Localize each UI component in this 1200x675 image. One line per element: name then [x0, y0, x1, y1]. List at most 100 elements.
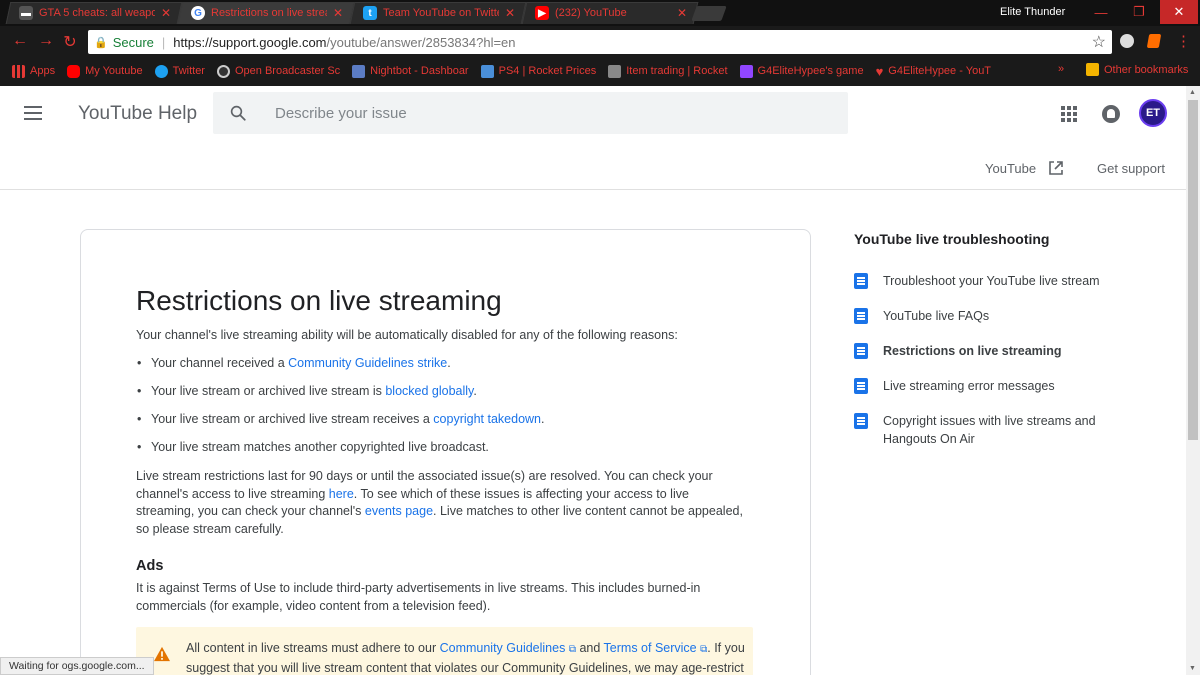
- search-input[interactable]: [275, 92, 835, 134]
- browser-toolbar: ← → ↻ 🔒 Secure | https://support.google.…: [0, 26, 1200, 58]
- tab-title: Restrictions on live stream: [211, 7, 327, 19]
- bookmarks-bar: Apps My Youtube Twitter Open Broadcaster…: [0, 58, 1200, 84]
- forward-icon[interactable]: →: [36, 32, 56, 50]
- close-icon[interactable]: ✕: [161, 6, 171, 20]
- url-path: /youtube/answer/2853834?hl=en: [326, 34, 516, 50]
- article-intro: Your channel's live streaming ability wi…: [136, 328, 678, 342]
- site-brand[interactable]: YouTube Help: [78, 103, 197, 125]
- community-guidelines-link[interactable]: Community Guidelines ⧉: [440, 641, 576, 655]
- document-icon: [854, 273, 868, 289]
- list-item: • Your live stream or archived live strea…: [137, 384, 477, 398]
- document-icon: [854, 343, 868, 359]
- terms-of-service-link[interactable]: Terms of Service ⧉: [604, 641, 708, 655]
- events-page-link[interactable]: events page: [365, 504, 433, 518]
- apps-grid-icon: [12, 64, 25, 78]
- browser-menu-icon[interactable]: ⋮: [1176, 32, 1191, 50]
- ads-heading: Ads: [136, 558, 164, 574]
- bookmark-item-trading[interactable]: Item trading | Rocket: [608, 64, 728, 78]
- scroll-down-icon[interactable]: ▼: [1189, 665, 1196, 672]
- tab-title: GTA 5 cheats: all weapo: [39, 7, 155, 19]
- sub-navigation: YouTube Get support: [0, 150, 1186, 190]
- browser-chrome: ▬ GTA 5 cheats: all weapo ✕ G Restrictio…: [0, 0, 1200, 86]
- here-link[interactable]: here: [329, 487, 354, 501]
- other-bookmarks[interactable]: Other bookmarks: [1086, 63, 1188, 76]
- obs-icon: [216, 64, 230, 78]
- extension-icon[interactable]: [1146, 34, 1162, 48]
- rocket-prices-icon: [480, 64, 494, 78]
- browser-tab-restrictions[interactable]: G Restrictions on live stream ✕: [177, 2, 355, 24]
- twitter-icon: [154, 64, 168, 78]
- list-item: • Your live stream matches another copyri…: [137, 440, 489, 454]
- new-tab-button[interactable]: [691, 6, 727, 21]
- window-close-button[interactable]: ✕: [1160, 0, 1198, 24]
- browser-tab-gta[interactable]: ▬ GTA 5 cheats: all weapo ✕: [5, 2, 183, 24]
- bookmarks-overflow-icon[interactable]: »: [1058, 63, 1064, 75]
- bookmark-rocket-prices[interactable]: PS4 | Rocket Prices: [480, 64, 596, 78]
- callout-text: All content in live streams must adhere …: [186, 641, 745, 675]
- tab-title: Team YouTube on Twitte: [383, 7, 499, 19]
- close-icon[interactable]: ✕: [333, 6, 343, 20]
- url-separator: |: [161, 34, 166, 50]
- copyright-takedown-link[interactable]: copyright takedown: [433, 412, 541, 426]
- gta-icon: ▬: [19, 6, 33, 20]
- blocked-globally-link[interactable]: blocked globally: [385, 384, 473, 398]
- document-icon: [854, 413, 868, 429]
- back-icon[interactable]: ←: [10, 32, 30, 50]
- avatar[interactable]: ET: [1139, 99, 1167, 127]
- browser-tab-twitter[interactable]: t Team YouTube on Twitte ✕: [349, 2, 527, 24]
- scroll-thumb[interactable]: [1188, 100, 1198, 440]
- apps-grid-icon[interactable]: [1061, 106, 1077, 122]
- profile-name[interactable]: Elite Thunder: [1000, 6, 1065, 18]
- bookmark-nightbot[interactable]: Nightbot - Dashboar: [352, 64, 469, 78]
- folder-icon: [1086, 63, 1099, 76]
- rocket-trading-icon: [608, 64, 622, 78]
- external-link-icon: [1049, 161, 1063, 175]
- bookmark-twitch[interactable]: G4EliteHypee's game: [739, 64, 864, 78]
- restrictions-paragraph: Live stream restrictions last for 90 day…: [136, 469, 743, 536]
- list-item: • Your live stream or archived live strea…: [137, 412, 545, 426]
- bookmark-star-icon[interactable]: ☆: [1092, 32, 1106, 52]
- page-scrollbar[interactable]: ▲ ▼: [1186, 86, 1200, 675]
- get-support-link[interactable]: Get support: [1097, 161, 1165, 176]
- sidebar-item-troubleshoot[interactable]: Troubleshoot your YouTube live stream: [854, 272, 1114, 290]
- tab-strip: ▬ GTA 5 cheats: all weapo ✕ G Restrictio…: [0, 0, 1200, 26]
- warning-callout: All content in live streams must adhere …: [136, 627, 753, 675]
- sidebar-item-error-messages[interactable]: Live streaming error messages: [854, 377, 1114, 395]
- twitter-icon: t: [363, 6, 377, 20]
- close-icon[interactable]: ✕: [677, 6, 687, 20]
- sidebar-item-copyright[interactable]: Copyright issues with live streams and H…: [854, 412, 1114, 448]
- search-box[interactable]: [213, 92, 848, 134]
- notifications-icon[interactable]: [1102, 105, 1120, 123]
- sidebar-item-restrictions[interactable]: Restrictions on live streaming: [854, 342, 1114, 360]
- document-icon: [854, 308, 868, 324]
- list-item: • Your channel received a Community Guide…: [137, 356, 451, 370]
- youtube-link-label: YouTube: [985, 160, 1037, 176]
- twitch-icon: [739, 64, 753, 78]
- google-icon: G: [191, 6, 205, 20]
- nightbot-icon: [352, 64, 366, 78]
- bookmark-twitter[interactable]: Twitter: [154, 64, 205, 78]
- reload-icon[interactable]: ↻: [60, 32, 80, 52]
- warning-icon: [154, 646, 170, 662]
- bookmark-g4elitehypee[interactable]: ♥ G4EliteHypee - YouT: [876, 64, 991, 79]
- youtube-link[interactable]: YouTube: [985, 160, 1064, 176]
- minimize-button[interactable]: —: [1082, 0, 1120, 24]
- bookmark-my-youtube[interactable]: My Youtube: [67, 64, 143, 78]
- ads-paragraph: It is against Terms of Use to include th…: [136, 581, 701, 613]
- scroll-up-icon[interactable]: ▲: [1189, 89, 1196, 96]
- restore-button[interactable]: ❐: [1120, 0, 1158, 24]
- address-bar[interactable]: 🔒 Secure | https://support.google.com/yo…: [88, 30, 1112, 54]
- youtube-icon: [67, 64, 81, 78]
- close-icon[interactable]: ✕: [505, 6, 515, 20]
- tab-title: (232) YouTube: [555, 7, 627, 19]
- sidebar-item-faqs[interactable]: YouTube live FAQs: [854, 307, 1114, 325]
- browser-tab-youtube[interactable]: ▶ (232) YouTube ✕: [521, 2, 699, 24]
- menu-icon[interactable]: [24, 106, 42, 120]
- bookmark-apps[interactable]: Apps: [12, 64, 55, 78]
- search-icon[interactable]: [229, 104, 247, 122]
- bookmark-obs[interactable]: Open Broadcaster Sc: [216, 64, 340, 78]
- secure-label: Secure: [112, 34, 154, 50]
- community-guidelines-strike-link[interactable]: Community Guidelines strike: [288, 356, 447, 370]
- external-link-icon: ⧉: [568, 644, 576, 655]
- extension-icon[interactable]: [1120, 34, 1134, 48]
